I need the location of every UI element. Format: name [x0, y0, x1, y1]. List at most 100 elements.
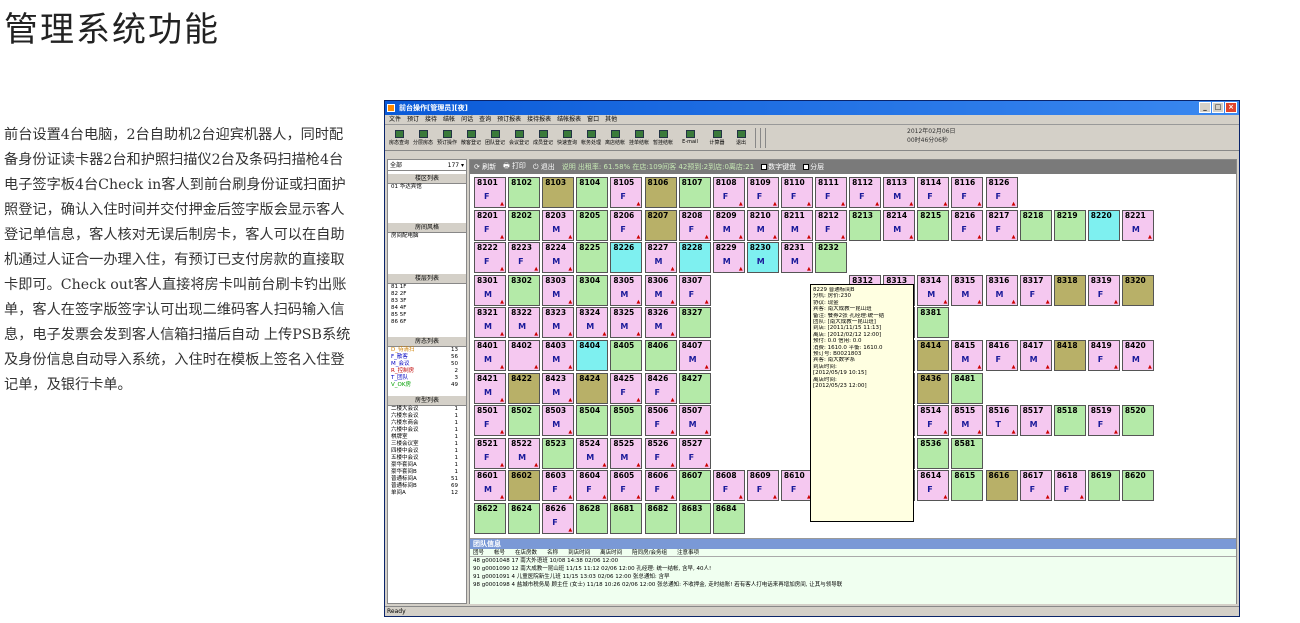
room-cell[interactable]: 8519 F ▲ — [1087, 405, 1120, 437]
room-cell[interactable]: 8116 F ▲ — [951, 177, 984, 208]
room-cell[interactable]: 8416 F ▲ — [985, 340, 1018, 371]
room-cell[interactable]: 8403 M ▲ — [542, 340, 575, 371]
room-cell[interactable]: 8324 M ▲ — [576, 307, 609, 339]
room-cell[interactable]: 8307 F ▲ — [678, 274, 711, 306]
room-cell[interactable]: 8219 — [1053, 209, 1086, 241]
room-cell[interactable]: 8102 — [508, 177, 541, 208]
type-item[interactable]: 普通标间B 69 — [388, 483, 466, 490]
room-cell[interactable]: 8325 M ▲ — [610, 307, 643, 339]
toolbar-button[interactable]: 房态查询 — [387, 129, 411, 146]
toolbar-button[interactable]: 会议登记 — [507, 129, 531, 146]
exit-button[interactable]: ⏻ 退出 — [533, 162, 555, 172]
room-cell[interactable]: 8231 M ▲ — [780, 242, 813, 274]
room-cell[interactable]: 8401 M ▲ — [474, 340, 506, 371]
room-cell[interactable]: 8622 — [474, 503, 506, 534]
room-cell[interactable]: 8306 M ▲ — [644, 274, 677, 306]
type-item[interactable]: 四楼中会议 1 — [388, 448, 466, 455]
room-cell[interactable]: 8619 — [1087, 470, 1120, 502]
menu-item[interactable]: 查询 — [479, 115, 491, 124]
room-cell[interactable]: 8609 F ▲ — [746, 470, 779, 502]
room-cell[interactable]: 8404 — [576, 340, 609, 371]
room-cell[interactable]: 8523 — [542, 437, 575, 469]
room-cell[interactable]: 8229 M ▲ — [712, 242, 745, 274]
room-cell[interactable]: 8126 F ▲ — [985, 177, 1018, 208]
room-cell[interactable]: 8624 — [508, 503, 541, 534]
list-item[interactable]: 83 3F — [388, 298, 466, 305]
room-cell[interactable]: 8318 — [1053, 274, 1086, 306]
type-item[interactable]: 六楼中会议 1 — [388, 427, 466, 434]
menu-item[interactable]: 文件 — [389, 115, 401, 124]
room-cell[interactable]: 8201 F ▲ — [474, 209, 506, 241]
room-cell[interactable]: 8682 — [644, 503, 677, 534]
room-cell[interactable]: 8515 M ▲ — [951, 405, 984, 437]
room-cell[interactable]: 8101 F ▲ — [474, 177, 506, 208]
room-cell[interactable]: 8406 — [644, 340, 677, 371]
room-cell[interactable]: 8224 M ▲ — [542, 242, 575, 274]
toolbar-button[interactable]: 分层房态 — [411, 129, 435, 146]
room-cell[interactable]: 8419 F ▲ — [1087, 340, 1120, 371]
room-cell[interactable]: 8407 M ▲ — [678, 340, 711, 371]
room-cell[interactable]: 8522 M ▲ — [508, 437, 541, 469]
team-column-header[interactable]: 到店时间 — [568, 549, 590, 556]
room-cell[interactable]: 8226 — [610, 242, 643, 274]
room-cell[interactable]: 8683 — [678, 503, 711, 534]
minimize-icon[interactable]: _ — [1199, 102, 1211, 113]
room-cell[interactable]: 8504 — [576, 405, 609, 437]
room-cell[interactable]: 8302 — [508, 274, 541, 306]
list-item[interactable]: 81 1F — [388, 284, 466, 291]
room-cell[interactable]: 8111 F ▲ — [815, 177, 847, 208]
menu-item[interactable]: 接待报表 — [527, 115, 551, 124]
room-cell[interactable]: 8209 M ▲ — [712, 209, 745, 241]
room-cell[interactable]: 8604 F ▲ — [576, 470, 609, 502]
room-cell[interactable]: 8615 — [951, 470, 984, 502]
room-cell[interactable]: 8108 F ▲ — [712, 177, 745, 208]
state-item[interactable]: T_团队 3 — [388, 375, 466, 382]
room-cell[interactable]: 8501 F ▲ — [474, 405, 506, 437]
room-cell[interactable]: 8617 F ▲ — [1019, 470, 1052, 502]
room-cell[interactable]: 8424 — [576, 372, 609, 404]
toolbar-button[interactable]: 帐务处理 — [579, 129, 603, 146]
room-cell[interactable]: 8208 F ▲ — [678, 209, 711, 241]
team-column-header[interactable]: 注意事项 — [677, 549, 699, 556]
room-cell[interactable]: 8218 — [1019, 209, 1052, 241]
state-item[interactable]: F_散客 56 — [388, 354, 466, 361]
list-item[interactable]: 84 4F — [388, 305, 466, 312]
room-cell[interactable]: 8301 M ▲ — [474, 274, 506, 306]
room-cell[interactable]: 8536 — [917, 437, 950, 469]
room-cell[interactable]: 8228 — [678, 242, 711, 274]
room-cell[interactable]: 8322 M ▲ — [508, 307, 541, 339]
room-cell[interactable]: 8514 F ▲ — [917, 405, 950, 437]
room-cell[interactable]: 8628 — [576, 503, 609, 534]
type-item[interactable]: 二楼大会议 1 — [388, 406, 466, 413]
toolbar-button[interactable]: 离店结帐 — [603, 129, 627, 146]
room-cell[interactable]: 8222 F ▲ — [474, 242, 506, 274]
type-item[interactable]: 豪华套间A 1 — [388, 462, 466, 469]
maximize-icon[interactable]: □ — [1212, 102, 1224, 113]
room-cell[interactable]: 8426 F ▲ — [644, 372, 677, 404]
room-cell[interactable]: 8232 — [815, 242, 847, 274]
room-cell[interactable]: 8221 M ▲ — [1121, 209, 1154, 241]
menu-item[interactable]: 结帐 — [443, 115, 455, 124]
toolbar-button[interactable]: 挂单结帐 — [627, 129, 651, 146]
room-cell[interactable]: 8421 M ▲ — [474, 372, 506, 404]
toolbar-button[interactable]: 计算器 — [705, 129, 729, 146]
team-column-header[interactable]: 陪同房/会务组 — [632, 549, 667, 556]
room-cell[interactable]: 8203 M ▲ — [542, 209, 575, 241]
room-cell[interactable]: 8414 — [917, 340, 950, 371]
toolbar-button[interactable]: 暂挂结帐 — [651, 129, 675, 146]
room-cell[interactable]: 8105 F ▲ — [610, 177, 643, 208]
room-cell[interactable]: 8110 F ▲ — [780, 177, 813, 208]
team-row[interactable]: 98 g0001098 4 盐城市税务局 顾主任 (女士) 11/18 10:2… — [470, 581, 1236, 589]
type-item[interactable]: 六楼东商会 1 — [388, 420, 466, 427]
toolbar-button[interactable]: E-mail — [675, 130, 705, 145]
room-cell[interactable]: 8603 F ▲ — [542, 470, 575, 502]
room-cell[interactable]: 8213 — [849, 209, 882, 241]
room-cell[interactable]: 8602 — [508, 470, 541, 502]
list-item[interactable]: 房间配电脑 — [388, 233, 466, 240]
toolbar-button[interactable]: 团队登记 — [483, 129, 507, 146]
room-cell[interactable]: 8321 M ▲ — [474, 307, 506, 339]
room-cell[interactable]: 8502 — [508, 405, 541, 437]
toolbar-button[interactable]: 退出 — [729, 129, 753, 146]
room-cell[interactable]: 8223 F ▲ — [508, 242, 541, 274]
room-cell[interactable]: 8215 — [917, 209, 950, 241]
